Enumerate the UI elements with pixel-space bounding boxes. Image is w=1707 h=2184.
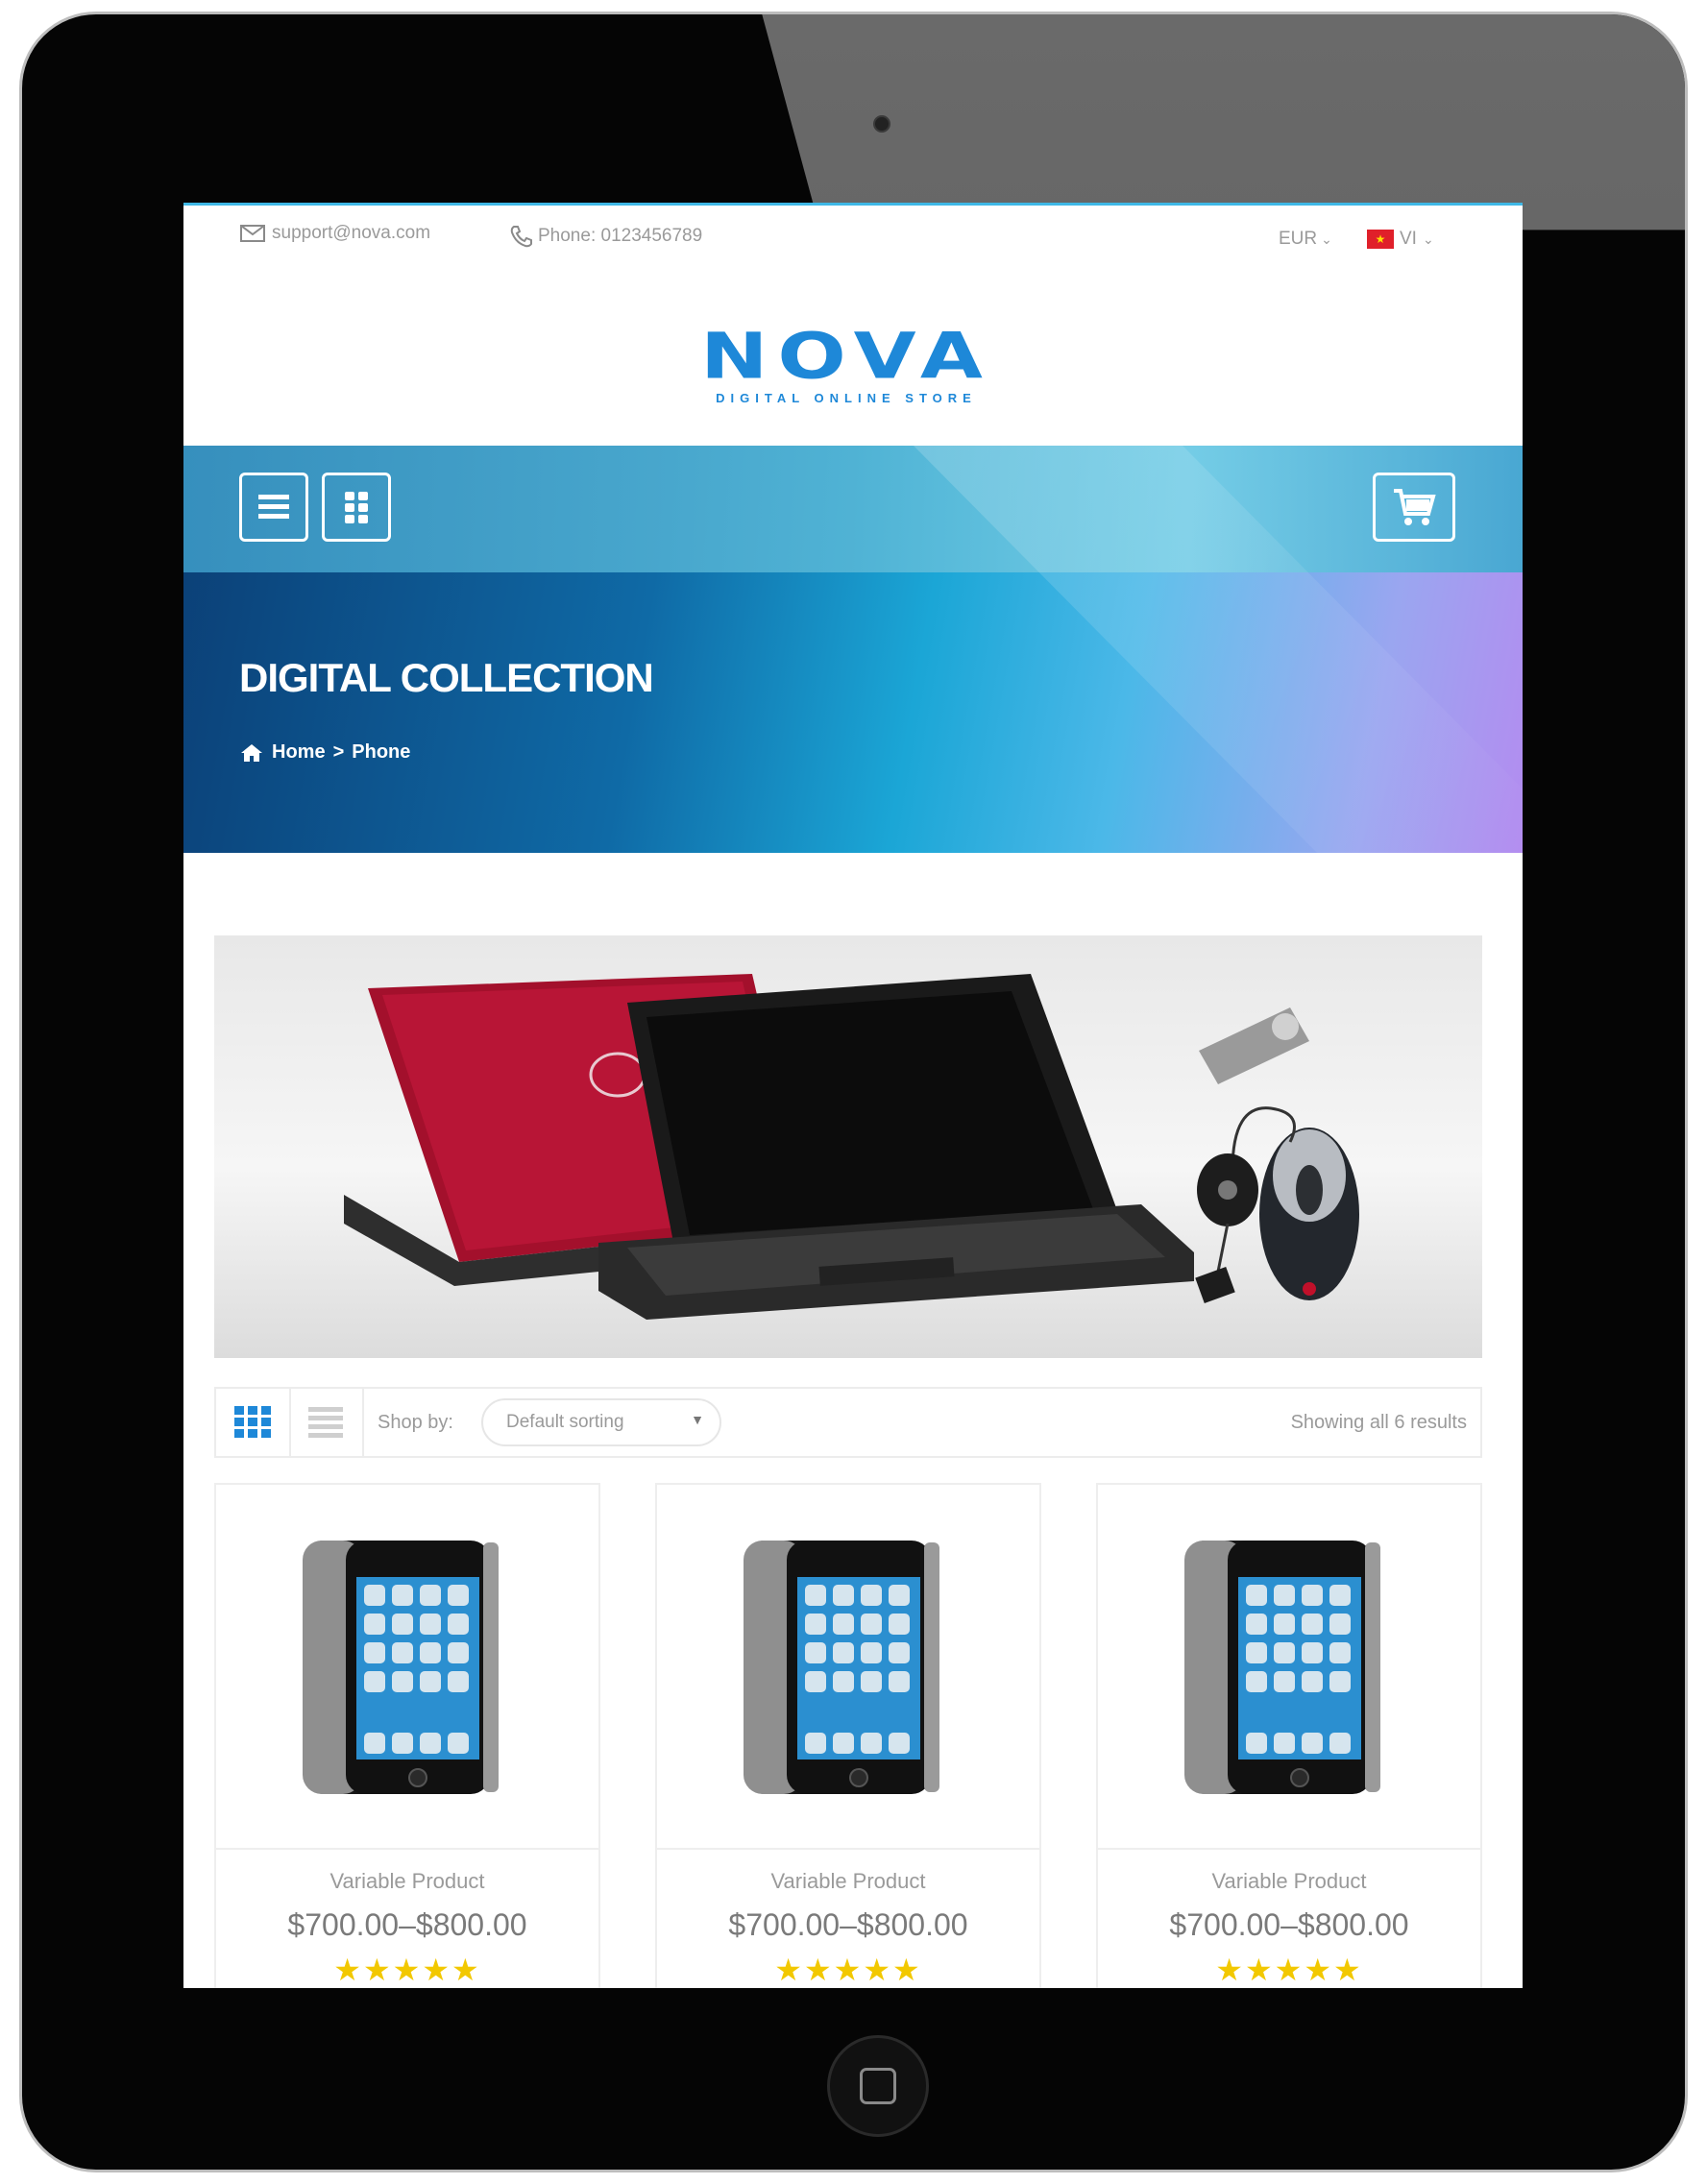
phone-contact[interactable]: Phone: 0123456789: [507, 223, 702, 250]
product-card[interactable]: Variable Product $700.00–$800.00 ★★★★★: [655, 1483, 1041, 1988]
currency-value: EUR: [1279, 229, 1318, 249]
shop-by-label: Shop by:: [378, 1412, 453, 1433]
iphone-image: [303, 1541, 499, 1794]
grid-apps-icon: [345, 492, 368, 523]
product-name[interactable]: Variable Product: [216, 1869, 598, 1894]
product-price: $700.00–$800.00: [287, 1907, 527, 1942]
hamburger-menu-icon: [258, 495, 289, 519]
home-square-icon: [860, 2068, 896, 2104]
currency-dropdown[interactable]: EUR ⌄: [1279, 229, 1332, 250]
language-dropdown[interactable]: ★ VI ⌄: [1367, 229, 1434, 250]
camera-icon: [873, 115, 890, 133]
grid-view-button[interactable]: [216, 1389, 291, 1456]
star-rating-icon: ★★★★★: [333, 1953, 481, 1987]
apps-button[interactable]: [322, 473, 391, 542]
breadcrumb: Home > Phone: [239, 741, 410, 764]
email-text: support@nova.com: [272, 223, 431, 243]
page-title: DIGITAL COLLECTION: [239, 655, 654, 700]
product-image[interactable]: [216, 1485, 598, 1850]
product-card[interactable]: Variable Product $700.00–$800.00 ★★★★★: [214, 1483, 600, 1988]
iphone-image: [744, 1541, 939, 1794]
site-logo[interactable]: NOVA DIGITAL ONLINE STORE: [664, 316, 1029, 405]
shopping-cart-icon: [1394, 489, 1436, 525]
phone-icon: [510, 226, 532, 248]
breadcrumb-current: Phone: [352, 741, 411, 763]
list-view-icon: [308, 1407, 343, 1438]
product-price: $700.00–$800.00: [1169, 1907, 1409, 1942]
results-count: Showing all 6 results: [1290, 1412, 1467, 1433]
logo-tagline: DIGITAL ONLINE STORE: [716, 391, 977, 405]
language-value: VI: [1400, 229, 1417, 249]
shop-toolbar: Shop by: Default sorting ▼ Showing all 6…: [214, 1387, 1482, 1458]
top-bar: support@nova.com Phone: 0123456789 EUR ⌄…: [183, 223, 1523, 261]
cart-button[interactable]: [1373, 473, 1455, 542]
chevron-down-icon: ⌄: [1321, 231, 1332, 247]
hero-banner: DIGITAL COLLECTION Home > Phone: [183, 446, 1523, 853]
menu-button[interactable]: [239, 473, 308, 542]
iphone-image: [1184, 1541, 1380, 1794]
envelope-icon: [240, 225, 265, 242]
phone-text: Phone: 0123456789: [538, 226, 703, 246]
laptops-accessories-illustration: [344, 974, 1359, 1320]
tablet-home-button[interactable]: [827, 2035, 929, 2137]
product-image[interactable]: [1098, 1485, 1480, 1850]
vietnam-flag-icon: ★: [1367, 230, 1394, 249]
product-name[interactable]: Variable Product: [657, 1869, 1039, 1894]
star-rating-icon: ★★★★★: [1215, 1953, 1363, 1987]
email-contact[interactable]: support@nova.com: [239, 223, 430, 244]
sort-select[interactable]: Default sorting ▼: [481, 1398, 721, 1446]
star-rating-icon: ★★★★★: [774, 1953, 922, 1987]
list-view-button[interactable]: [289, 1389, 364, 1456]
product-card[interactable]: Variable Product $700.00–$800.00 ★★★★★: [1096, 1483, 1482, 1988]
promo-banner-image[interactable]: [214, 935, 1482, 1358]
chevron-down-icon: ⌄: [1422, 231, 1434, 247]
website-screen: support@nova.com Phone: 0123456789 EUR ⌄…: [183, 203, 1523, 1988]
dropdown-arrow-icon: ▼: [691, 1412, 704, 1427]
breadcrumb-separator: >: [332, 741, 345, 763]
product-image[interactable]: [657, 1485, 1039, 1850]
logo-brand: NOVA: [700, 319, 992, 394]
breadcrumb-home-link[interactable]: Home: [272, 741, 326, 764]
product-price: $700.00–$800.00: [728, 1907, 968, 1942]
home-icon: [241, 743, 262, 762]
product-name[interactable]: Variable Product: [1098, 1869, 1480, 1894]
grid-view-icon: [234, 1406, 271, 1438]
sort-selected-value: Default sorting: [506, 1412, 624, 1432]
